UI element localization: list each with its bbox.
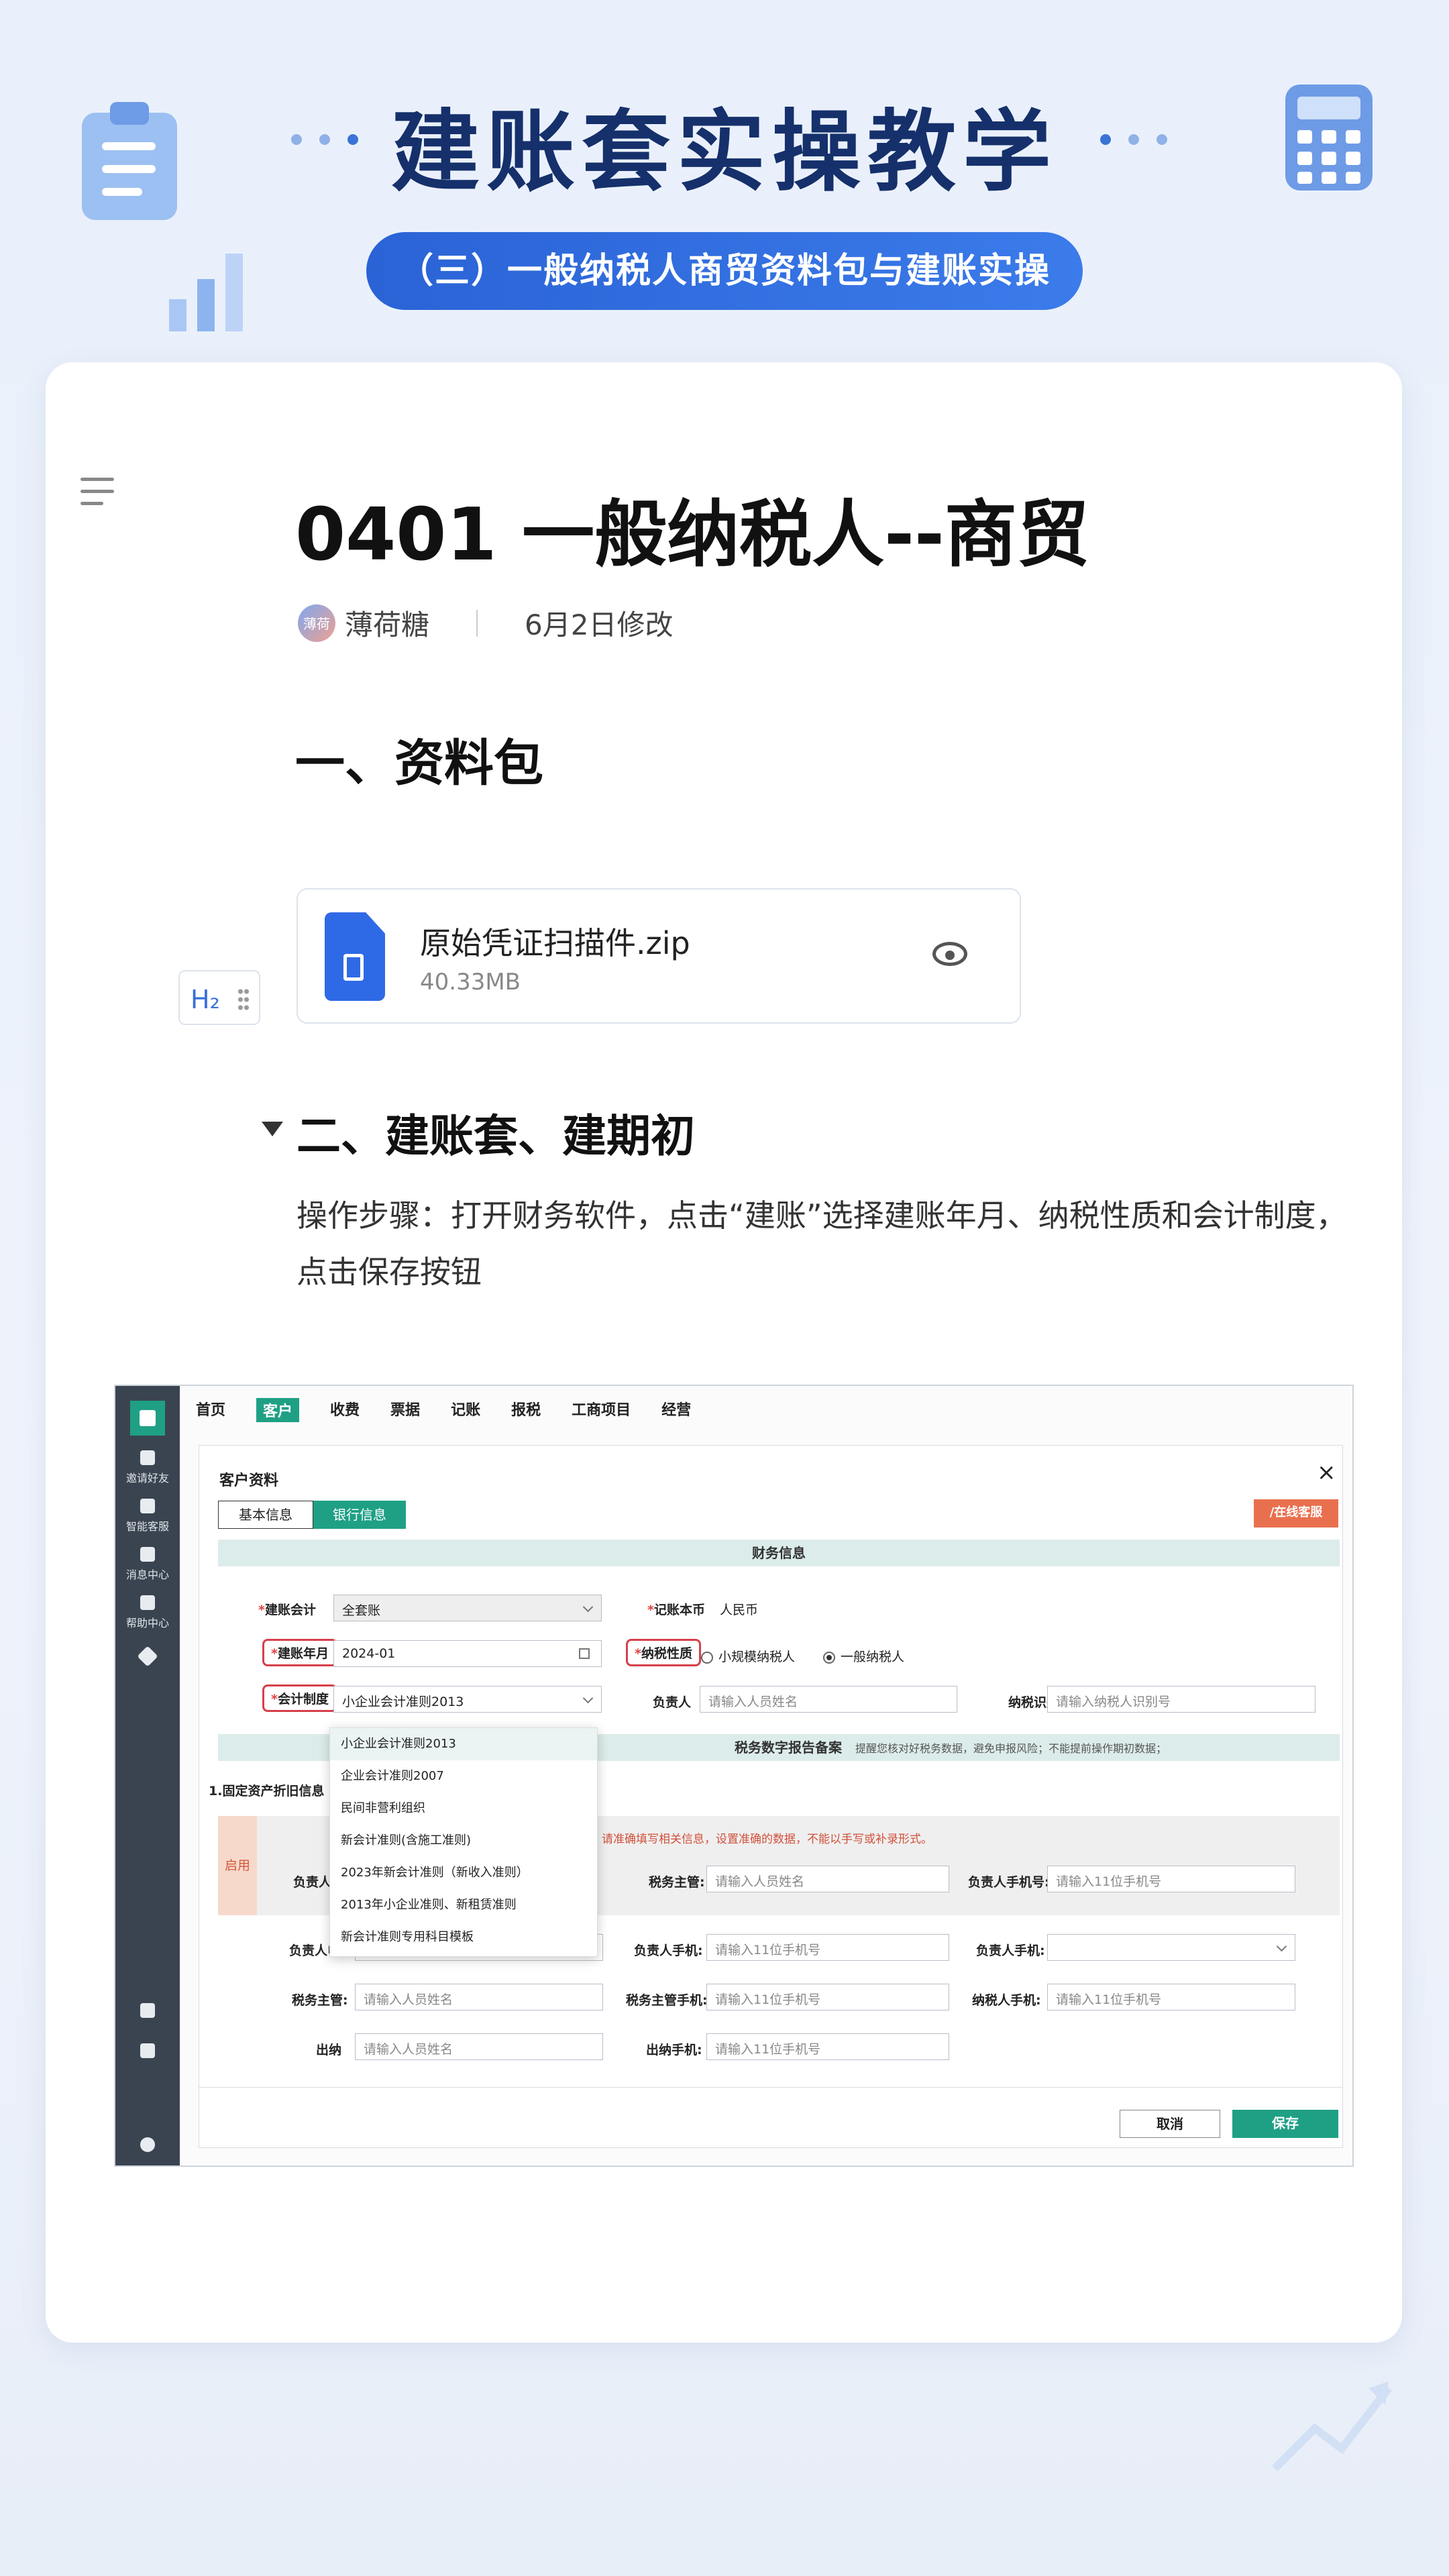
customer-dialog: 客户资料 × 基本信息 银行信息 /在线客服 财务信息 *建账会计 全套账 *记… bbox=[199, 1445, 1343, 2148]
bar-chart-icon bbox=[169, 254, 243, 331]
accounting-label: *建账会计 bbox=[258, 1603, 316, 1617]
app-logo bbox=[130, 1401, 165, 1436]
section-heading-setup: 二、建账套、建期初 bbox=[297, 1110, 695, 1162]
manager-input[interactable]: 请输入人员姓名 bbox=[700, 1686, 957, 1713]
footer-divider bbox=[199, 2087, 1342, 2088]
online-service-button[interactable]: /在线客服 bbox=[1254, 1499, 1338, 1527]
divider bbox=[476, 609, 478, 637]
row3-input-a[interactable]: 请输入人员姓名 bbox=[355, 2033, 603, 2060]
dropdown-option[interactable]: 2023年新会计准则（新收入准则） bbox=[330, 1857, 597, 1889]
row1-select-c[interactable] bbox=[1047, 1934, 1295, 1961]
row1-label-b: 负责人手机: bbox=[634, 1943, 703, 1958]
currency-value: 人民币 bbox=[720, 1603, 759, 1617]
row0-label-a: 负责人 bbox=[293, 1875, 332, 1890]
collapse-triangle-icon[interactable] bbox=[262, 1122, 283, 1136]
nav-tax[interactable]: 报税 bbox=[511, 1398, 541, 1422]
subtitle-pill: （三）一般纳税人商贸资料包与建账实操 bbox=[366, 232, 1083, 310]
row0-input-c[interactable]: 请输入11位手机号 bbox=[1047, 1866, 1295, 1892]
author-name[interactable]: 薄荷糖 bbox=[345, 602, 429, 643]
sidebar-item-help[interactable]: 帮助中心 bbox=[115, 1595, 180, 1630]
cancel-button[interactable]: 取消 bbox=[1120, 2110, 1220, 2138]
trend-arrow-icon bbox=[1271, 2381, 1392, 2472]
sidebar-item-messages[interactable]: 消息中心 bbox=[115, 1547, 180, 1582]
top-nav: 首页 客户 收费 票据 记账 报税 工商项目 经营 bbox=[196, 1398, 691, 1422]
accounting-select[interactable]: 全套账 bbox=[333, 1595, 602, 1621]
close-icon[interactable]: × bbox=[1317, 1459, 1336, 1486]
row0-label-b: 税务主管: bbox=[649, 1875, 705, 1890]
row0-label-c: 负责人手机号: bbox=[968, 1875, 1050, 1890]
manager-label: 负责人 bbox=[653, 1695, 692, 1710]
row3-label-a: 出纳 bbox=[316, 2043, 342, 2057]
tax-small-radio[interactable]: 小规模纳税人 bbox=[701, 1647, 795, 1665]
row3-label-b: 出纳手机: bbox=[646, 2043, 702, 2057]
row0-input-b[interactable]: 请输入人员姓名 bbox=[706, 1866, 949, 1892]
file-attachment[interactable]: 原始凭证扫描件.zip 40.33MB bbox=[297, 888, 1021, 1024]
settings-icon[interactable] bbox=[115, 2003, 180, 2022]
row2-input-c[interactable]: 请输入11位手机号 bbox=[1047, 1984, 1295, 2010]
tab-basic-info[interactable]: 基本信息 bbox=[218, 1501, 313, 1529]
row2-label-b: 税务主管手机: bbox=[626, 1993, 708, 2008]
taxid-input[interactable]: 请输入纳税人识别号 bbox=[1047, 1686, 1316, 1713]
system-dropdown: 小企业会计准则2013 企业会计准则2007 民间非营利组织 新会计准则(含施工… bbox=[329, 1727, 598, 1957]
year-input[interactable]: 2024-01 bbox=[333, 1640, 602, 1667]
tax-general-radio[interactable]: 一般纳税人 bbox=[823, 1647, 904, 1665]
section-depreciation: 1.固定资产折旧信息 bbox=[209, 1784, 325, 1799]
system-select[interactable]: 小企业会计准则2013 bbox=[333, 1686, 602, 1713]
outline-menu-icon[interactable] bbox=[80, 478, 114, 514]
heading-type-tag[interactable]: H₂ bbox=[178, 970, 260, 1025]
calendar-icon[interactable] bbox=[579, 1648, 590, 1659]
dropdown-option[interactable]: 小企业会计准则2013 bbox=[330, 1728, 597, 1760]
drag-handle-icon[interactable] bbox=[237, 987, 250, 1010]
app-sidebar: 邀请好友 智能客服 消息中心 帮助中心 bbox=[115, 1386, 180, 2165]
dropdown-option[interactable]: 新会计准则专用科目模板 bbox=[330, 1921, 597, 1953]
h2-label: H₂ bbox=[191, 985, 220, 1014]
nav-customers[interactable]: 客户 bbox=[256, 1398, 300, 1422]
system-label: *会计制度 bbox=[262, 1684, 337, 1712]
preview-eye-icon[interactable] bbox=[932, 942, 967, 966]
nav-business[interactable]: 工商项目 bbox=[572, 1398, 631, 1422]
steps-paragraph: 操作步骤：打开财务软件，点击“建账”选择建账年月、纳税性质和会计制度，点击保存按… bbox=[297, 1197, 1347, 1290]
save-button[interactable]: 保存 bbox=[1232, 2110, 1338, 2138]
row2-label-c: 纳税人手机: bbox=[972, 1993, 1041, 2008]
dropdown-option[interactable]: 民间非营利组织 bbox=[330, 1792, 597, 1825]
taxtype-label: *纳税性质 bbox=[626, 1639, 701, 1666]
section-heading-materials: 一、资料包 bbox=[295, 735, 543, 792]
row2-label-a: 税务主管: bbox=[292, 1993, 348, 2008]
enable-tag[interactable]: 启用 bbox=[218, 1816, 257, 1915]
nav-home[interactable]: 首页 bbox=[196, 1398, 225, 1422]
row3-input-b[interactable]: 请输入11位手机号 bbox=[706, 2033, 949, 2060]
dropdown-option[interactable]: 企业会计准则2007 bbox=[330, 1760, 597, 1792]
software-screenshot: 邀请好友 智能客服 消息中心 帮助中心 首页 客户 收费 票据 记账 报税 工商… bbox=[114, 1385, 1354, 2167]
dialog-title: 客户资料 bbox=[219, 1472, 279, 1489]
dropdown-option[interactable]: 新会计准则(含施工准则) bbox=[330, 1825, 597, 1857]
dropdown-option[interactable]: 2013年小企业准则、新租赁准则 bbox=[330, 1889, 597, 1921]
sidebar-item-invite[interactable]: 邀请好友 bbox=[115, 1450, 180, 1485]
row1-label-c: 负责人手机: bbox=[976, 1943, 1045, 1958]
tab-bank-info[interactable]: 银行信息 bbox=[313, 1501, 406, 1529]
sidebar-item-service[interactable]: 智能客服 bbox=[115, 1499, 180, 1534]
nav-invoices[interactable]: 票据 bbox=[390, 1398, 420, 1422]
zip-file-icon bbox=[325, 912, 385, 1001]
currency-label: *记账本币 bbox=[647, 1603, 705, 1617]
file-name: 原始凭证扫描件.zip bbox=[420, 925, 690, 961]
row2-input-b[interactable]: 请输入11位手机号 bbox=[706, 1984, 949, 2010]
file-size: 40.33MB bbox=[420, 969, 521, 996]
doc-title: 0401 一般纳税人--商贸 bbox=[295, 493, 1089, 577]
author-line: 薄荷 薄荷糖 6月2日修改 bbox=[298, 602, 673, 643]
network-icon[interactable] bbox=[115, 2043, 180, 2062]
year-label: *建账年月 bbox=[262, 1639, 337, 1666]
nav-bookkeeping[interactable]: 记账 bbox=[451, 1398, 480, 1422]
row2-input-a[interactable]: 请输入人员姓名 bbox=[355, 1984, 603, 2010]
page-title: 建账套实操教学 bbox=[391, 101, 1058, 204]
nav-fees[interactable]: 收费 bbox=[330, 1398, 360, 1422]
finance-band: 财务信息 bbox=[218, 1540, 1340, 1566]
tag-icon[interactable] bbox=[115, 1646, 180, 1668]
user-icon[interactable] bbox=[115, 2137, 180, 2156]
warning-text: 请准确填写相关信息，设置准确的数据，不能以手写或补录形式。 bbox=[602, 1833, 932, 1846]
avatar[interactable]: 薄荷 bbox=[298, 604, 335, 642]
nav-operations[interactable]: 经营 bbox=[661, 1398, 691, 1422]
row1-input-b[interactable]: 请输入11位手机号 bbox=[706, 1934, 949, 1961]
modified-time: 6月2日修改 bbox=[525, 608, 674, 641]
